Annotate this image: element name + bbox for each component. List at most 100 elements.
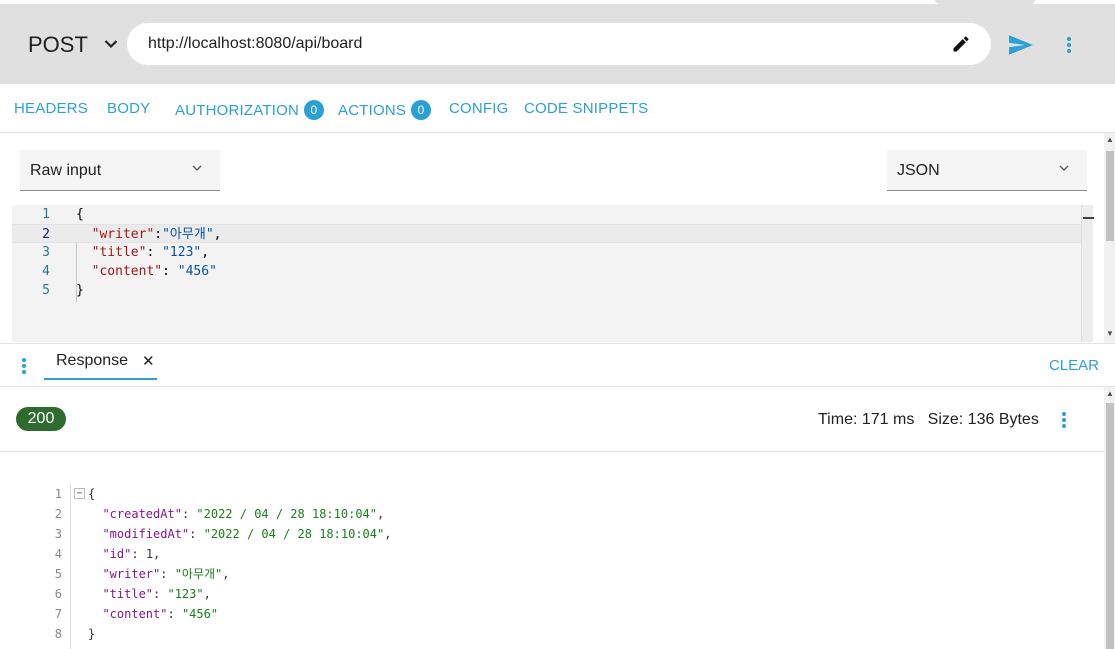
- json-value: 1: [145, 547, 154, 561]
- json-key: "content": [102, 607, 168, 621]
- input-type-select[interactable]: Raw input: [20, 150, 220, 191]
- tab-label: Response: [56, 352, 129, 369]
- page-scrollbar[interactable]: ▲ ▼: [1104, 133, 1115, 343]
- json-key: "id": [102, 547, 132, 561]
- json-key: "createdAt": [102, 507, 182, 521]
- tab-actions[interactable]: ACTIONS 0: [338, 100, 432, 120]
- body-editor[interactable]: 1 { 2 "writer":"아무개", 3 "title": "123", …: [12, 205, 1094, 342]
- line-number: 3: [42, 245, 50, 260]
- method-label: POST: [28, 32, 88, 57]
- tab-label: AUTHORIZATION: [175, 101, 299, 119]
- line-number: 6: [54, 587, 62, 601]
- line-code: "createdAt": "2022 / 04 / 28 18:10:04",: [102, 507, 385, 521]
- request-tabs: HEADERS BODY AUTHORIZATION 0 ACTIONS 0 CON…: [0, 84, 1115, 133]
- response-line: 7 "content": "456": [0, 604, 1100, 624]
- response-meta: Time: 171 ms Size: 136 Bytes: [818, 411, 1039, 428]
- status-badge: 200: [16, 407, 66, 431]
- line-code: {: [76, 207, 84, 222]
- editor-line: 1 {: [12, 205, 1093, 224]
- scrollbar-thumb[interactable]: [1106, 151, 1114, 241]
- chevron-down-icon: [192, 147, 202, 189]
- window-tab-strip: [0, 0, 1115, 4]
- json-sep: :: [146, 245, 163, 260]
- count-badge: 0: [303, 100, 324, 120]
- scroll-up-icon[interactable]: ▲: [1106, 135, 1114, 144]
- response-line: 5 "writer": "아무개",: [0, 564, 1100, 584]
- clear-button[interactable]: CLEAR: [1049, 357, 1099, 374]
- chevron-down-icon: [104, 36, 118, 52]
- response-line: 8 }: [0, 624, 1100, 644]
- line-code: "writer":"아무개",: [76, 225, 222, 244]
- json-value: "456": [177, 264, 217, 279]
- pencil-icon[interactable]: [951, 34, 971, 54]
- editor-scrollbar[interactable]: [1081, 205, 1094, 342]
- line-number: 4: [42, 264, 50, 279]
- more-vert-icon[interactable]: [1062, 35, 1076, 55]
- line-number: 1: [54, 487, 62, 501]
- send-icon[interactable]: [1008, 34, 1034, 56]
- more-vert-icon[interactable]: [1058, 411, 1070, 429]
- line-number: 1: [42, 207, 50, 222]
- more-vert-icon[interactable]: [19, 357, 29, 375]
- line-code: "content": "456": [76, 262, 217, 281]
- scroll-down-icon[interactable]: ▼: [1106, 329, 1114, 338]
- json-key: "title": [91, 245, 147, 260]
- json-value: "456": [181, 607, 219, 621]
- json-value: "123": [162, 245, 202, 260]
- json-sep: :: [162, 264, 178, 279]
- json-key: "title": [102, 587, 154, 601]
- line-code: "writer": "아무개",: [102, 567, 230, 581]
- tab-headers[interactable]: HEADERS: [14, 100, 88, 117]
- line-code: }: [88, 627, 96, 641]
- json-key: "writer": [91, 227, 155, 242]
- scroll-up-icon[interactable]: ▲: [1106, 389, 1114, 398]
- tab-config[interactable]: CONFIG: [449, 100, 509, 117]
- count-badge: 0: [411, 100, 432, 120]
- line-code: "id": 1,: [102, 547, 161, 561]
- content-type-select[interactable]: JSON: [887, 150, 1087, 191]
- scrollbar-thumb[interactable]: [1106, 403, 1114, 649]
- editor-line: 3 "title": "123",: [12, 243, 1093, 262]
- json-comma: ,: [222, 567, 230, 581]
- response-line: 3 "modifiedAt": "2022 / 04 / 28 18:10:04…: [0, 524, 1100, 544]
- json-value: "아무개": [174, 567, 223, 581]
- json-value: "123": [167, 587, 204, 601]
- tab-response[interactable]: Response ✕: [44, 344, 157, 380]
- divider: [0, 451, 1104, 452]
- line-code: "content": "456": [102, 607, 219, 621]
- line-number: 4: [54, 547, 62, 561]
- response-scrollbar[interactable]: ▲: [1104, 387, 1115, 649]
- line-code: "title": "123",: [76, 243, 209, 262]
- line-code: {: [88, 487, 96, 501]
- line-number: 5: [54, 567, 62, 581]
- window-tab-fragment[interactable]: [935, 0, 1035, 4]
- json-value: "2022 / 04 / 28 18:10:04": [203, 527, 385, 541]
- line-code: "modifiedAt": "2022 / 04 / 28 18:10:04",: [102, 527, 392, 541]
- response-body: − 1 { 2 "createdAt": "2022 / 04 / 28 18:…: [0, 484, 1104, 649]
- tab-code-snippets[interactable]: CODE SNIPPETS: [524, 100, 648, 117]
- method-select[interactable]: POST: [28, 32, 118, 58]
- json-comma: ,: [201, 245, 210, 260]
- response-line: 2 "createdAt": "2022 / 04 / 28 18:10:04"…: [0, 504, 1100, 524]
- url-input[interactable]: http://localhost:8080/api/board: [127, 23, 991, 65]
- close-icon[interactable]: ✕: [142, 352, 155, 370]
- json-key: "modifiedAt": [102, 527, 190, 541]
- line-code: "title": "123",: [102, 587, 211, 601]
- tab-label: HEADERS: [14, 100, 88, 117]
- json-comma: ,: [203, 587, 211, 601]
- request-bar: POST http://localhost:8080/api/board: [0, 0, 1115, 84]
- json-key: "writer": [102, 567, 161, 581]
- line-code: }: [76, 283, 84, 298]
- line-number: 7: [54, 607, 62, 621]
- tab-body[interactable]: BODY: [107, 100, 150, 117]
- tab-authorization[interactable]: AUTHORIZATION 0: [175, 100, 324, 120]
- json-value: "아무개": [162, 227, 214, 242]
- line-number: 8: [54, 627, 62, 641]
- url-text: http://localhost:8080/api/board: [148, 35, 363, 52]
- tab-label: ACTIONS: [338, 101, 407, 119]
- json-value: "2022 / 04 / 28 18:10:04": [196, 507, 378, 521]
- response-line: 4 "id": 1,: [0, 544, 1100, 564]
- input-type-value: Raw input: [30, 162, 102, 179]
- editor-line: 5 }: [12, 281, 1093, 300]
- content-type-value: JSON: [897, 162, 940, 179]
